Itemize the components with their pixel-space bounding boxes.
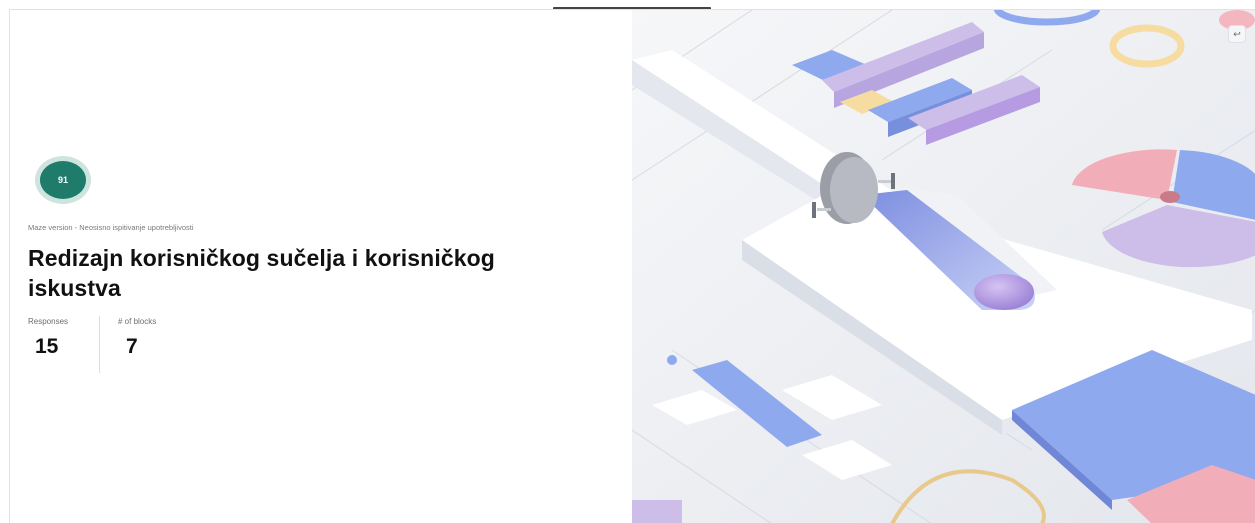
stat-label: # of blocks: [118, 317, 157, 326]
stat-value: 7: [126, 335, 138, 358]
external-link-icon: ↩: [1233, 28, 1241, 39]
stat-divider: [99, 316, 100, 373]
project-info-panel: 91 Maze version - Neosisno ispitivanje u…: [10, 10, 633, 523]
hero-illustration: ↩: [632, 10, 1255, 523]
stat-responses: Responses 15: [28, 317, 68, 359]
stat-value: 15: [35, 335, 59, 358]
stat-blocks: # of blocks 7: [118, 317, 156, 359]
project-title: Redizajn korisničkog sučelja i korisničk…: [28, 245, 495, 301]
maze-score-value: 91: [40, 161, 86, 199]
stat-label: Responses: [28, 317, 69, 326]
external-link-button[interactable]: ↩: [1228, 25, 1246, 43]
maze-project-card[interactable]: 91 Maze version - Neosisno ispitivanje u…: [9, 9, 1255, 523]
maze-score-badge: 91: [35, 156, 91, 204]
project-meta: Maze version - Neosisno ispitivanje upot…: [28, 223, 194, 232]
isometric-illustration: [632, 10, 1255, 523]
